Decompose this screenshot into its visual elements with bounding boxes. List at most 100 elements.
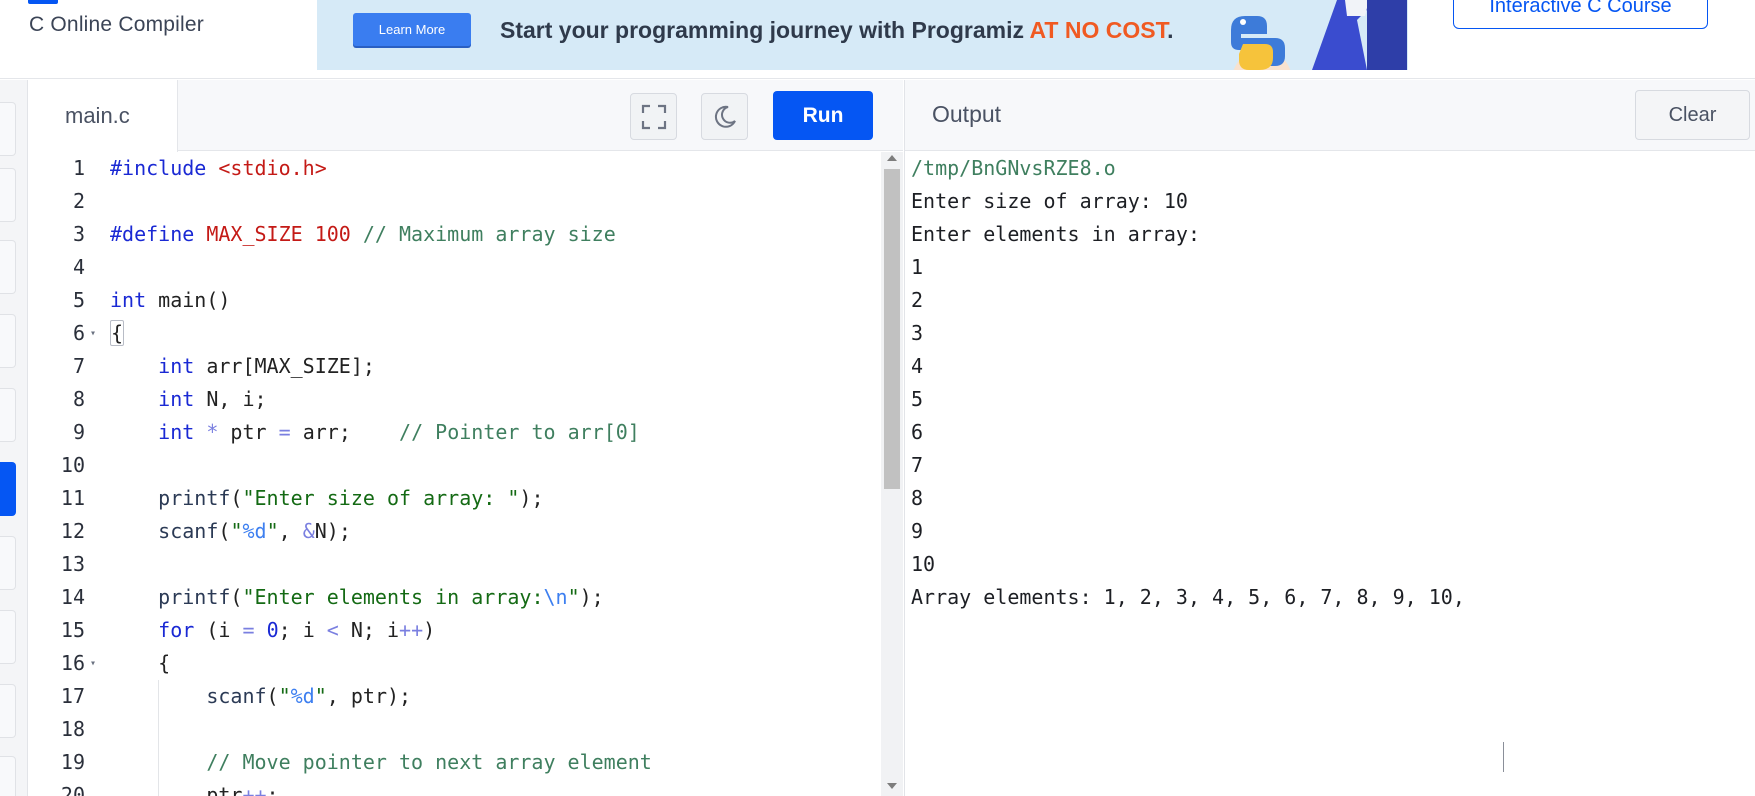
code-line[interactable]: 19 // Move pointer to next array element [29,746,879,779]
code-token: " [567,585,580,609]
code-token: // Maximum array size [362,222,616,246]
code-line[interactable]: 10 [29,449,879,482]
clear-button[interactable]: Clear [1635,90,1750,140]
code-text: for (i = 0; i < N; i++) [110,614,435,647]
code-token: int [158,387,195,411]
fold-arrow-icon[interactable]: ▾ [90,647,96,680]
output-line: Enter elements in array: [911,222,1200,246]
code-token: #define [110,222,207,246]
sidebar-item[interactable] [0,684,16,738]
code-line[interactable]: 20 ptr++; [29,779,879,796]
code-token: = [242,618,255,642]
code-text: printf("Enter elements in array:\n"); [110,581,604,614]
code-token: for [158,618,195,642]
output-line: 7 [911,453,924,477]
code-line[interactable]: 4 [29,251,879,284]
banner-accent-text: AT NO COST [1029,17,1168,43]
line-number: 10 [60,453,85,477]
code-line[interactable]: 14 printf("Enter elements in array:\n"); [29,581,879,614]
line-number: 15 [60,618,85,642]
sidebar-item[interactable] [0,168,16,222]
output-line: 9 [911,519,924,543]
output-toolbar: Output Clear [905,80,1755,151]
output-line: 2 [911,288,924,312]
code-line[interactable]: 6 ▾ { [29,317,879,350]
scrollbar-thumb[interactable] [884,169,900,489]
code-line[interactable]: 17 scanf("%d", ptr); [29,680,879,713]
code-token: #include [110,156,219,180]
code-token: arr[MAX_SIZE]; [194,354,375,378]
interactive-course-button[interactable]: Interactive C Course [1453,0,1708,29]
left-sidebar [0,80,28,796]
promo-banner[interactable]: Learn More Start your programming journe… [317,0,1408,70]
code-line[interactable]: 5 int main() [29,284,879,317]
code-token: // Move pointer to next array element [206,750,652,774]
code-token: N); [314,519,351,543]
code-token: " [266,519,279,543]
learn-more-button[interactable]: Learn More [353,13,471,46]
code-line[interactable]: 13 [29,548,879,581]
output-line: 1 [911,255,924,279]
code-token: printf [158,585,231,609]
run-button[interactable]: Run [773,91,873,140]
sidebar-item[interactable] [0,388,16,442]
output-console[interactable]: /tmp/BnGNvsRZE8.o Enter size of array: 10… [911,152,1751,792]
code-line[interactable]: 16 ▾ { [29,647,879,680]
code-token: ; i [278,618,327,642]
file-tab-main-c[interactable]: main.c [29,80,178,152]
code-line[interactable]: 11 printf("Enter size of array: "); [29,482,879,515]
sidebar-item[interactable] [0,240,16,294]
output-line: Array elements: 1, 2, 3, 4, 5, 6, 7, 8, … [911,585,1477,609]
fold-arrow-icon[interactable]: ▾ [90,317,96,350]
line-number: 8 [72,387,85,411]
code-token: "Enter elements in array: [242,585,544,609]
code-line[interactable]: 8 int N, i; [29,383,879,416]
code-token: ptr [110,783,243,796]
code-line[interactable]: 7 int arr[MAX_SIZE]; [29,350,879,383]
programiz-logo[interactable] [28,0,58,4]
line-number: 17 [60,684,85,708]
code-line[interactable]: 12 scanf("%d", &N); [29,515,879,548]
moon-icon [714,105,736,128]
sidebar-item[interactable] [0,102,16,156]
code-line[interactable]: 1 #include <stdio.h> [29,152,879,185]
code-token: " [278,684,291,708]
code-token: \n [543,585,568,609]
scroll-up-arrow-icon[interactable] [887,155,897,161]
code-token: ( [218,519,231,543]
code-line[interactable]: 15 for (i = 0; i < N; i++) [29,614,879,647]
code-line[interactable]: 2 [29,185,879,218]
line-number: 4 [72,255,85,279]
code-text: scanf("%d", ptr); [110,680,411,713]
code-text: int * ptr = arr; // Pointer to arr[0] [110,416,640,449]
code-line[interactable]: 9 int * ptr = arr; // Pointer to arr[0] [29,416,879,449]
code-token: ++ [399,618,424,642]
code-token: , [278,519,303,543]
code-line[interactable]: 18 [29,713,879,746]
scroll-down-arrow-icon[interactable] [887,783,897,789]
line-number: 7 [72,354,85,378]
code-token: ) [423,618,436,642]
sidebar-item-active[interactable] [0,462,16,516]
code-line[interactable]: 3 #define MAX_SIZE 100 // Maximum array s… [29,218,879,251]
sidebar-item[interactable] [0,536,16,590]
code-token: < [326,618,339,642]
line-number: 3 [72,222,85,246]
fullscreen-button[interactable] [630,93,677,140]
sidebar-item[interactable] [0,610,16,664]
code-token: %d [290,684,315,708]
console-cursor [1503,742,1504,772]
code-area[interactable]: 1 #include <stdio.h> 2 3 #define MAX_SIZE 10… [29,152,903,796]
banner-main-text: Start your programming journey with Prog… [500,17,1030,43]
fullscreen-icon [641,104,666,129]
editor-scrollbar[interactable] [881,152,903,796]
theme-toggle-button[interactable] [701,93,748,140]
output-line: 4 [911,354,924,378]
sidebar-item[interactable] [0,756,16,796]
code-token: { [110,651,171,675]
sidebar-item[interactable] [0,314,16,368]
